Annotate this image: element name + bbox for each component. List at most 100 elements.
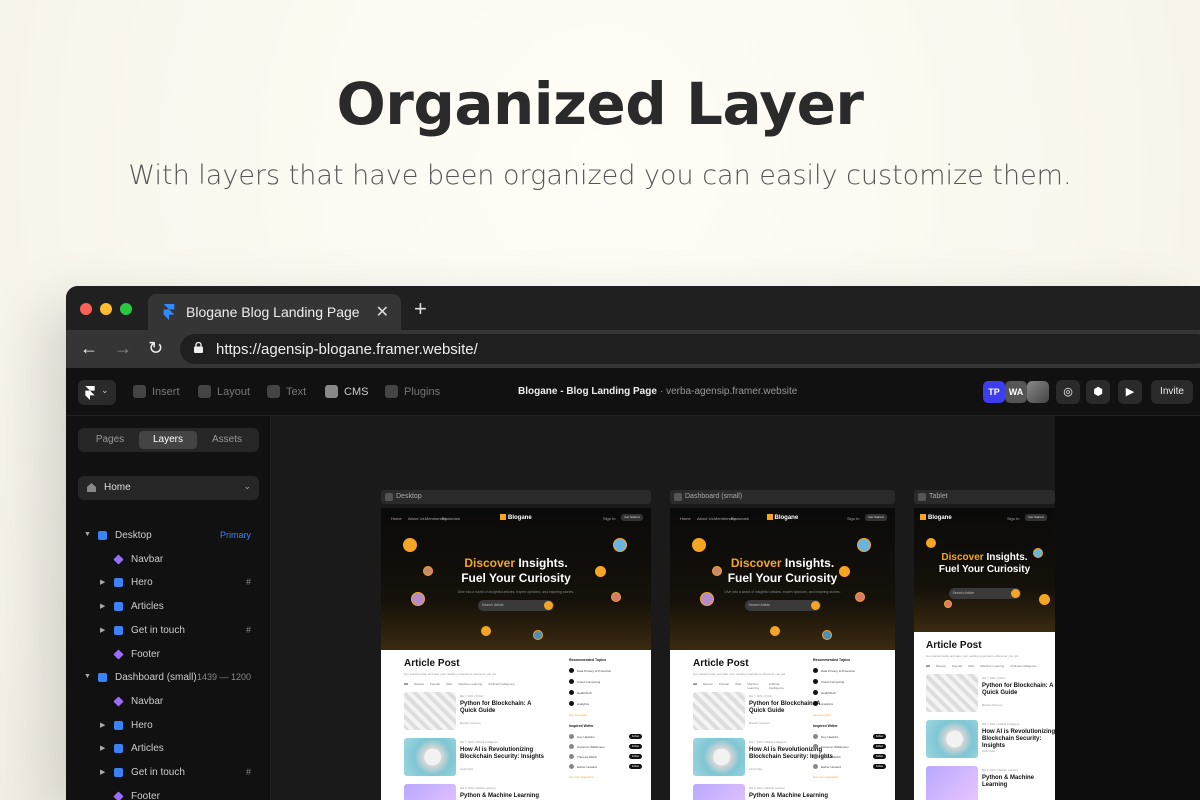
layer-row[interactable]: ▶ Hero [66, 716, 271, 736]
filter-chip[interactable]: Newest [936, 664, 946, 668]
filter-chip[interactable]: All [926, 664, 930, 668]
topic-item[interactable]: HealthTech [821, 691, 836, 695]
search-button[interactable] [544, 601, 553, 610]
nav-link[interactable]: About Us [697, 516, 713, 521]
insert-button[interactable]: Insert [133, 385, 180, 398]
caret-down-icon[interactable]: ▼ [84, 673, 91, 680]
get-started-button[interactable]: Get Started [1025, 514, 1047, 521]
nav-link[interactable]: Bookmark [731, 516, 749, 521]
follow-button[interactable]: Follow [873, 734, 886, 739]
tab-pages[interactable]: Pages [81, 431, 139, 449]
avatar[interactable]: WA [1005, 381, 1027, 403]
filter-chip[interactable]: All [693, 682, 697, 690]
follow-button[interactable]: Follow [629, 754, 642, 759]
filter-chip[interactable]: Newest [414, 682, 424, 686]
frame-preview-dashboard-small-[interactable]: Home About Us Membership Bookmark Blogane Sig… [670, 508, 895, 800]
page-selector[interactable]: Home ⌄ [78, 476, 259, 500]
follow-button[interactable]: Follow [873, 764, 886, 769]
tab-layers[interactable]: Layers [139, 431, 197, 449]
get-started-button[interactable]: Get Started [865, 514, 887, 521]
filter-chip[interactable]: Web [968, 664, 974, 668]
see-more-writers-link[interactable]: See more suggestions [569, 776, 594, 779]
design-canvas[interactable]: Desktop Home About Us Membership Bookmark Blo… [271, 416, 1055, 800]
layer-row[interactable]: ▶ Articles [66, 597, 271, 617]
search-button[interactable] [810, 601, 820, 610]
article-thumbnail[interactable] [926, 766, 978, 800]
layer-row[interactable]: Navbar [66, 692, 271, 712]
hero-search-input[interactable]: Search Article [478, 600, 554, 611]
follow-button[interactable]: Follow [629, 764, 642, 769]
caret-right-icon[interactable]: ▶ [100, 721, 105, 729]
filter-chip[interactable]: Machine Learning [458, 682, 482, 686]
site-logo[interactable]: Blogane [766, 514, 798, 521]
layer-row[interactable]: ▼ Dashboard (small) 1439 — 1200 [66, 668, 271, 688]
article-thumbnail[interactable] [926, 674, 978, 712]
frame-preview-tablet[interactable]: Blogane Sign In Get Started Discover Insigh… [914, 508, 1055, 800]
filter-chip[interactable]: Popular [952, 664, 962, 668]
close-window-dot[interactable] [80, 303, 92, 315]
layer-row[interactable]: Navbar [66, 550, 271, 570]
frame-label[interactable]: Desktop [381, 490, 651, 504]
follow-button[interactable]: Follow [873, 754, 886, 759]
get-started-button[interactable]: Get Started [621, 514, 643, 521]
topic-item[interactable]: Data Privacy & Protection [821, 669, 855, 673]
minimize-window-dot[interactable] [100, 303, 112, 315]
play-icon[interactable]: ▶ [1118, 380, 1142, 404]
url-field[interactable]: https://agensip-blogane.framer.website/ [180, 334, 1200, 364]
avatar[interactable]: TP [983, 381, 1005, 403]
publish-settings-icon[interactable]: ⬢ [1086, 380, 1110, 404]
browser-tab[interactable]: Blogane Blog Landing Page ✕ [148, 294, 401, 330]
article-title[interactable]: How AI is Revolutionizing Blockchain Sec… [460, 747, 545, 761]
hero-search-input[interactable]: Search Article [948, 588, 1021, 599]
layout-button[interactable]: Layout [198, 385, 250, 398]
article-title[interactable]: Python & Machine Learning [749, 793, 834, 800]
signin-link[interactable]: Sign In [847, 516, 859, 521]
avatar-photo[interactable] [1027, 381, 1049, 403]
frame-label[interactable]: Dashboard (small) [670, 490, 895, 504]
article-title[interactable]: Python & Machine Learning [982, 775, 1055, 789]
tab-close-icon[interactable]: ✕ [376, 302, 389, 322]
article-title[interactable]: Python for Blockchain: A Quick Guide [460, 701, 545, 715]
see-more-topics-link[interactable]: See more topics [813, 714, 831, 717]
caret-right-icon[interactable]: ▶ [100, 768, 105, 776]
filter-chip[interactable]: Machine Learning [980, 664, 1004, 668]
topic-item[interactable]: Data Privacy & Protection [577, 669, 611, 673]
site-logo[interactable]: Blogane [920, 514, 952, 521]
follow-button[interactable]: Follow [873, 744, 886, 749]
caret-right-icon[interactable]: ▶ [100, 602, 105, 610]
layer-row[interactable]: Footer [66, 645, 271, 665]
topic-item[interactable]: Analytics [577, 702, 589, 706]
signin-link[interactable]: Sign In [603, 516, 615, 521]
see-more-writers-link[interactable]: See more suggestions [813, 776, 838, 779]
invite-button[interactable]: Invite [1151, 380, 1193, 404]
signin-link[interactable]: Sign In [1007, 516, 1019, 521]
caret-right-icon[interactable]: ▶ [100, 578, 105, 586]
caret-right-icon[interactable]: ▶ [100, 626, 105, 634]
layer-row[interactable]: Footer [66, 787, 271, 800]
project-domain[interactable]: · verba-agensip.framer.website [660, 386, 797, 397]
cms-button[interactable]: CMS [325, 385, 368, 398]
topic-item[interactable]: Analytics [821, 702, 833, 706]
nav-link[interactable]: Home [391, 516, 402, 521]
frame-preview-desktop[interactable]: Home About Us Membership Bookmark Blogane Sig… [381, 508, 651, 800]
layer-row[interactable]: ▶ Get in touch # [66, 763, 271, 783]
filter-chip[interactable]: Machine Learning [747, 682, 762, 690]
layer-row[interactable]: ▶ Articles [66, 739, 271, 759]
nav-link[interactable]: About Us [408, 516, 424, 521]
topic-item[interactable]: Cloud Computing [821, 680, 844, 684]
framer-menu-button[interactable]: ⌄ [78, 380, 116, 405]
nav-link[interactable]: Home [680, 516, 691, 521]
maximize-window-dot[interactable] [120, 303, 132, 315]
filter-chip[interactable]: Artificial Intelligence [1010, 664, 1037, 668]
layer-row[interactable]: ▶ Get in touch # [66, 621, 271, 641]
filter-chip[interactable]: Artificial Intelligence [769, 682, 786, 690]
plugins-button[interactable]: Plugins [385, 385, 440, 398]
filter-chip[interactable]: Popular [719, 682, 729, 690]
forward-icon[interactable]: → [114, 338, 132, 359]
caret-right-icon[interactable]: ▶ [100, 744, 105, 752]
filter-chip[interactable]: Artificial Intelligence [488, 682, 515, 686]
article-title[interactable]: Python & Machine Learning [460, 793, 545, 800]
reload-icon[interactable]: ↻ [148, 338, 163, 359]
see-more-topics-link[interactable]: See more topics [569, 714, 587, 717]
topic-item[interactable]: HealthTech [577, 691, 592, 695]
